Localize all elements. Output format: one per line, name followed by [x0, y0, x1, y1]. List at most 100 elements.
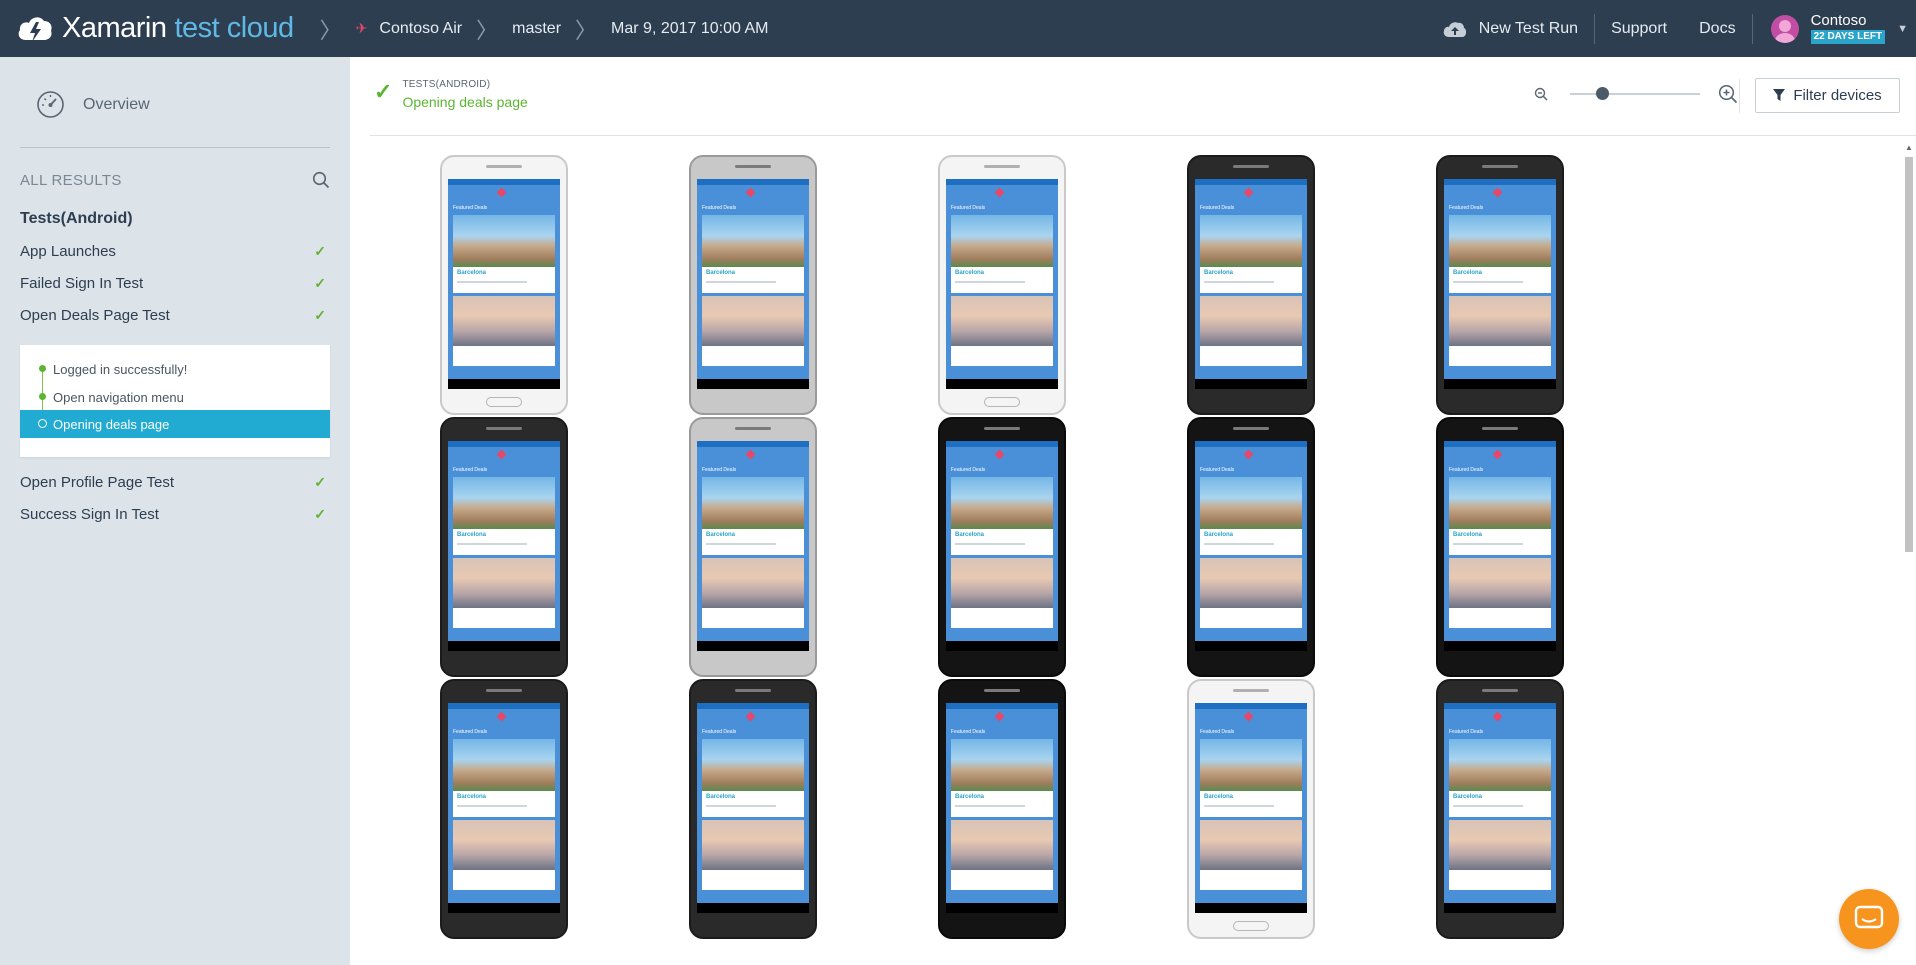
filter-devices-button[interactable]: Filter devices	[1755, 78, 1900, 113]
filter-funnel-icon	[1773, 89, 1786, 101]
device-screenshot[interactable]: Featured Deals Barcelona	[689, 679, 817, 939]
test-group-title[interactable]: Tests(Android)	[20, 210, 133, 228]
user-menu[interactable]: Contoso 22 DAYS LEFT ▼	[1753, 13, 1916, 44]
deal-city: Barcelona	[457, 532, 487, 538]
zoom-slider[interactable]	[1570, 87, 1700, 100]
passed-check-icon: ✓	[314, 506, 326, 522]
device-card[interactable]: Featured Deals Barcelona	[1151, 679, 1351, 951]
device-screenshot[interactable]: Featured Deals Barcelona	[1436, 155, 1564, 415]
deal-image-tokyo	[1200, 820, 1302, 870]
deal-card: Barcelona	[702, 267, 804, 293]
device-screen: Featured Deals Barcelona	[448, 441, 560, 651]
device-card[interactable]: Featured Deals Barcelona	[902, 679, 1102, 951]
android-nav-bar	[946, 641, 1058, 651]
docs-link[interactable]: Docs	[1683, 20, 1751, 38]
featured-deals-label: Featured Deals	[951, 467, 986, 473]
deal-detail-line	[1453, 805, 1523, 807]
device-card[interactable]: Featured DealsBarcelonaLG Nexus 4Android…	[1151, 417, 1351, 724]
dashboard-gauge-icon	[37, 91, 64, 118]
device-screenshot[interactable]: Featured Deals Barcelona	[1187, 679, 1315, 939]
deal-card: Barcelona	[453, 267, 555, 293]
vertical-scrollbar[interactable]: ▲	[1902, 141, 1916, 965]
deal-card: Barcelona	[1449, 791, 1551, 817]
device-card[interactable]: Featured DealsBarcelonaLG Nexus 5Android…	[1400, 417, 1600, 724]
device-card[interactable]: Featured DealsBarcelonaHuawei Nexus 6PAn…	[404, 417, 604, 724]
top-navigation-bar: Xamarin test cloud 〉 ✈ Contoso Air 〉 mast…	[0, 0, 1916, 57]
deal-image-tokyo	[1449, 558, 1551, 608]
deal-card	[453, 346, 555, 366]
deal-image-tokyo	[951, 820, 1053, 870]
sidebar-test-open-profile-page[interactable]: Open Profile Page Test ✓	[20, 474, 330, 491]
breadcrumb-app[interactable]: ✈ Contoso Air	[356, 20, 462, 38]
featured-deals-label: Featured Deals	[453, 467, 488, 473]
android-nav-bar	[1444, 641, 1556, 651]
device-card[interactable]: Featured DealsBarcelonaLG G5Android 6.0.…	[653, 417, 853, 724]
deal-image-tokyo	[702, 820, 804, 870]
deal-image-barcelona	[951, 477, 1053, 529]
deal-card	[1449, 346, 1551, 366]
device-screenshot[interactable]: Featured Deals Barcelona	[938, 155, 1066, 415]
chat-support-button[interactable]	[1839, 889, 1899, 949]
device-screenshot[interactable]: Featured Deals Barcelona	[440, 155, 568, 415]
sidebar-test-failed-sign-in[interactable]: Failed Sign In Test ✓	[20, 275, 330, 292]
phone-speaker	[735, 165, 771, 168]
step-label: Logged in successfully!	[53, 361, 188, 377]
device-card[interactable]: Featured Deals Barcelona	[653, 679, 853, 951]
step-item[interactable]: Open navigation menu	[20, 383, 330, 411]
overview-link[interactable]: Overview	[36, 90, 150, 119]
device-card[interactable]: Featured DealsBarcelonaHTC One (M8)Andro…	[653, 155, 853, 462]
home-button	[1233, 921, 1269, 931]
step-dot-icon	[38, 419, 47, 428]
deal-card: Barcelona	[702, 529, 804, 555]
device-card[interactable]: Featured DealsBarcelonaHTC One M9Android…	[1151, 155, 1351, 462]
device-card[interactable]: Featured DealsBarcelonaHTC 10Android 6.0…	[404, 155, 604, 462]
breadcrumb-run-date[interactable]: Mar 9, 2017 10:00 AM	[611, 20, 768, 38]
zoom-slider-handle[interactable]	[1596, 87, 1609, 100]
device-screenshot[interactable]: Featured Deals Barcelona	[689, 155, 817, 415]
all-results-label: ALL RESULTS	[20, 171, 122, 189]
device-screenshot[interactable]: Featured Deals Barcelona	[1187, 155, 1315, 415]
brand[interactable]: Xamarin test cloud	[16, 0, 294, 57]
deal-image-tokyo	[453, 820, 555, 870]
scroll-up-arrow-icon[interactable]: ▲	[1905, 143, 1913, 152]
device-screenshot[interactable]: Featured Deals Barcelona	[440, 679, 568, 939]
device-screenshot[interactable]: Featured Deals Barcelona	[1436, 679, 1564, 939]
sidebar-test-success-sign-in[interactable]: Success Sign In Test ✓	[20, 506, 330, 523]
breadcrumb-chevron-icon: 〉	[476, 17, 499, 43]
phone-speaker	[984, 427, 1020, 430]
deal-card	[1449, 870, 1551, 890]
android-nav-bar	[1195, 379, 1307, 389]
deal-image-barcelona	[702, 739, 804, 791]
device-screenshot[interactable]: Featured Deals Barcelona	[1187, 417, 1315, 677]
deal-card: Barcelona	[1449, 267, 1551, 293]
device-screenshot[interactable]: Featured Deals Barcelona	[938, 679, 1066, 939]
device-card[interactable]: Featured Deals Barcelona	[404, 679, 604, 951]
deal-city: Barcelona	[1453, 532, 1483, 538]
deal-detail-line	[955, 281, 1025, 283]
brand-word-test-cloud: test cloud	[174, 12, 295, 44]
step-item[interactable]: Logged in successfully!	[20, 355, 330, 383]
device-screenshot[interactable]: Featured Deals Barcelona	[1436, 417, 1564, 677]
sidebar-test-open-deals-page[interactable]: Open Deals Page Test ✓	[20, 307, 330, 324]
device-card[interactable]: Featured DealsBarcelonaHTC One A9Android…	[902, 155, 1102, 462]
device-screenshot[interactable]: Featured Deals Barcelona	[938, 417, 1066, 677]
zoom-in-icon[interactable]	[1718, 84, 1738, 104]
device-screenshot[interactable]: Featured Deals Barcelona	[440, 417, 568, 677]
brand-name: Xamarin test cloud	[62, 12, 294, 45]
step-item-active[interactable]: Opening deals page	[20, 410, 330, 438]
breadcrumb-branch[interactable]: master	[512, 20, 561, 38]
device-screen: Featured Deals Barcelona	[946, 441, 1058, 651]
support-link[interactable]: Support	[1595, 20, 1683, 38]
sidebar-test-app-launches[interactable]: App Launches ✓	[20, 243, 330, 260]
new-test-run-button[interactable]: New Test Run	[1427, 20, 1594, 38]
zoom-out-icon[interactable]	[1534, 87, 1548, 101]
test-step-name: Opening deals page	[402, 94, 528, 110]
device-screenshot[interactable]: Featured Deals Barcelona	[689, 417, 817, 677]
device-card[interactable]: Featured DealsBarcelonaLG Nexus 4Android…	[902, 417, 1102, 724]
search-icon[interactable]	[312, 171, 330, 189]
device-card[interactable]: Featured Deals Barcelona	[1400, 679, 1600, 951]
step-label: Open navigation menu	[53, 389, 184, 405]
scrollbar-thumb[interactable]	[1905, 157, 1913, 552]
device-card[interactable]: Featured DealsBarcelonaHuawei Nexus 6PAn…	[1400, 155, 1600, 462]
featured-deals-label: Featured Deals	[951, 205, 986, 211]
